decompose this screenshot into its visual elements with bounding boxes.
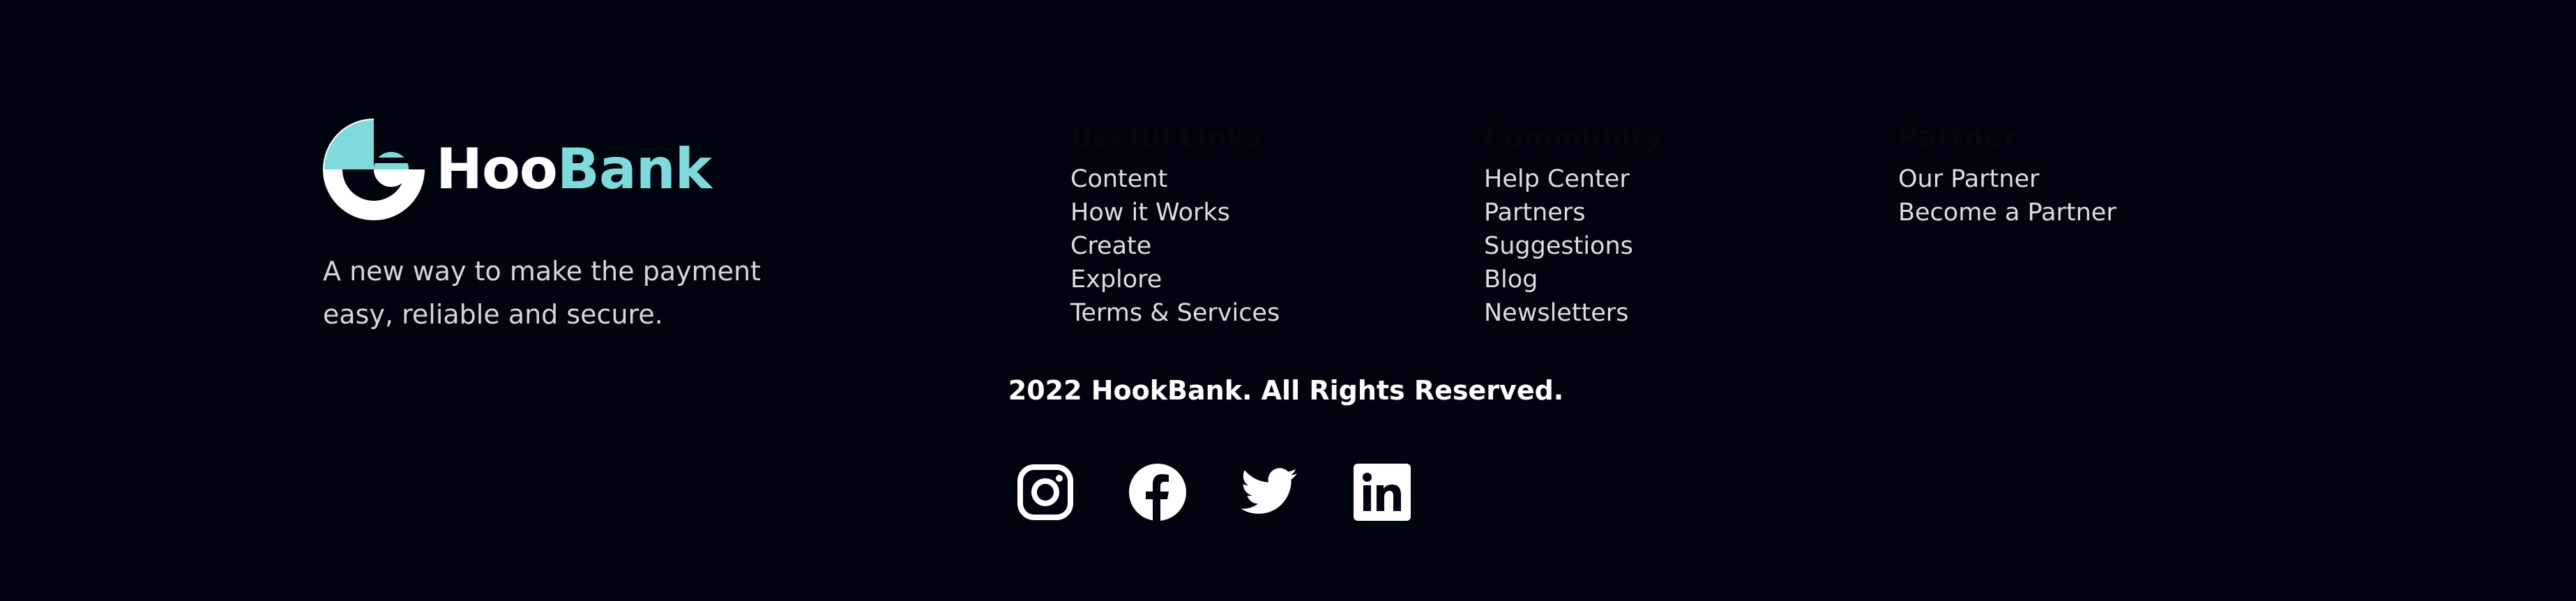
column-title: Useful Links [1070,121,1263,153]
facebook-link[interactable] [1129,464,1186,521]
footer-brand: HooBank A new way to make the payment ea… [323,119,811,336]
copyright-text: 2022 HookBank. All Rights Reserved. [0,375,2576,406]
column-title: Community [1484,121,1663,153]
twitter-icon [1241,468,1297,514]
footer-link-content[interactable]: Content [1070,162,1433,196]
footer-link-explore[interactable]: Explore [1070,263,1433,296]
site-footer: HooBank A new way to make the payment ea… [0,0,2576,601]
footer-link-how-it-works[interactable]: How it Works [1070,196,1433,229]
logo-text-hoo: Hoo [436,137,558,201]
twitter-link[interactable] [1241,464,1298,521]
column-links: Content How it Works Create Explore Term… [1070,162,1433,330]
logo-text-bank: Bank [556,137,712,201]
instagram-icon [1017,464,1073,520]
logo[interactable]: HooBank [323,119,811,220]
footer-column-community: Community Help Center Partners Suggestio… [1484,119,1847,330]
facebook-icon [1129,464,1186,521]
footer-link-suggestions[interactable]: Suggestions [1484,229,1847,263]
hoobank-logo-icon [323,119,425,220]
linkedin-link[interactable] [1354,464,1411,521]
footer-column-partner: Partner Our Partner Become a Partner [1898,119,2261,229]
column-title: Partner [1898,121,2017,153]
linkedin-icon [1354,464,1411,521]
footer-link-blog[interactable]: Blog [1484,263,1847,296]
copyright-label: 2022 HookBank. All Rights Reserved. [1008,375,1564,406]
footer-column-useful-links: Useful Links Content How it Works Create… [1070,119,1433,330]
column-links: Help Center Partners Suggestions Blog Ne… [1484,162,1847,330]
logo-text: HooBank [436,142,712,197]
footer-link-terms-services[interactable]: Terms & Services [1070,296,1433,330]
footer-link-partners[interactable]: Partners [1484,196,1847,229]
instagram-link[interactable] [1017,464,1074,521]
social-links [1017,464,1411,521]
brand-tagline: A new way to make the payment easy, reli… [323,256,761,330]
footer-link-our-partner[interactable]: Our Partner [1898,162,2261,196]
footer-link-create[interactable]: Create [1070,229,1433,263]
footer-link-newsletters[interactable]: Newsletters [1484,296,1847,330]
footer-link-help-center[interactable]: Help Center [1484,162,1847,196]
footer-link-become-partner[interactable]: Become a Partner [1898,196,2261,229]
column-links: Our Partner Become a Partner [1898,162,2261,229]
